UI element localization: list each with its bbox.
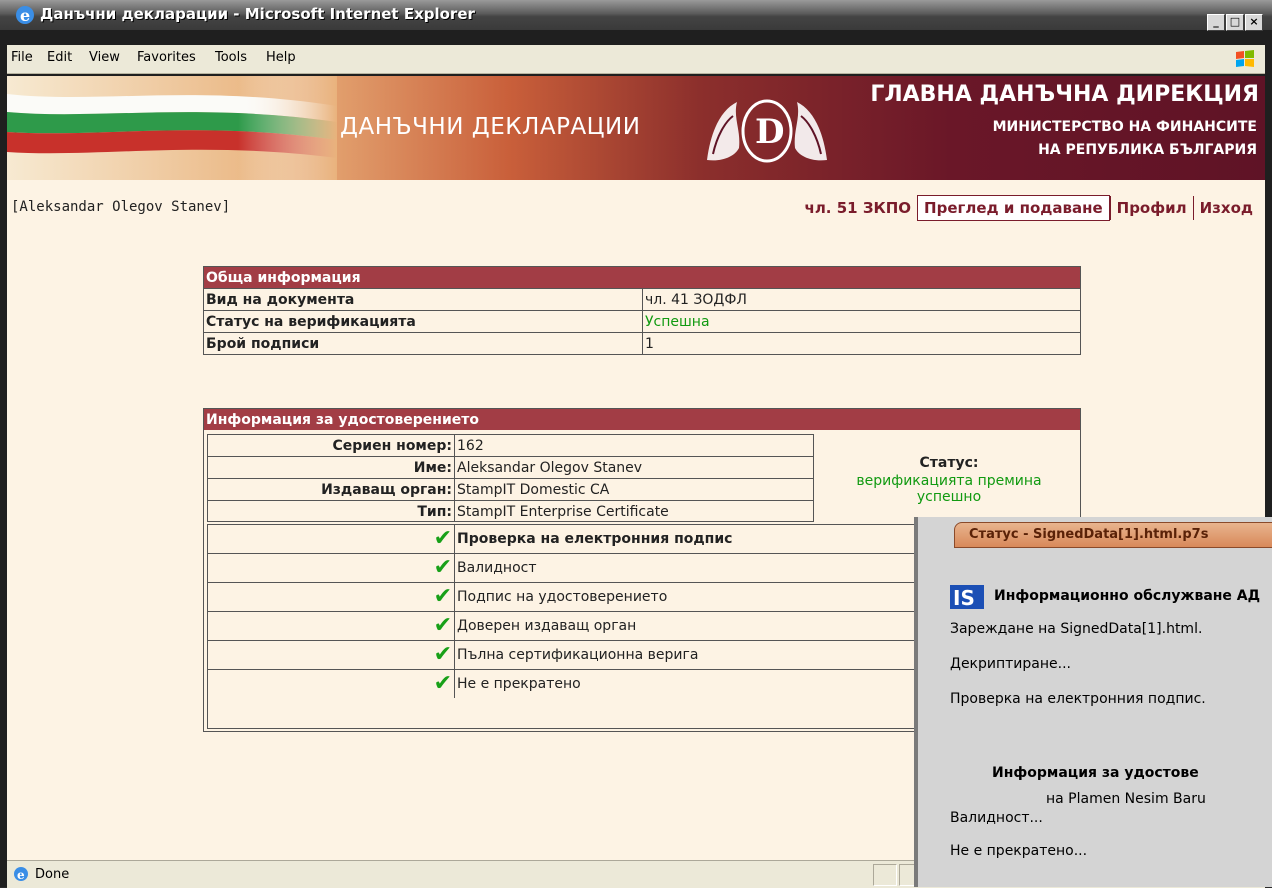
dialog-title-tab[interactable]: Статус - SignedData[1].html.p7s xyxy=(954,522,1272,548)
menu-view[interactable]: View xyxy=(89,50,120,65)
table-row: Брой подписи 1 xyxy=(204,332,1080,354)
row-value: 1 xyxy=(645,335,654,352)
dialog-log-line: Проверка на електронния подпис. xyxy=(950,691,1206,707)
svg-text:e: e xyxy=(17,868,25,882)
dialog-log-line: Декриптиране... xyxy=(950,656,1071,672)
cert-serial-value: 162 xyxy=(457,437,484,454)
row-label: Статус на верификацията xyxy=(204,311,643,332)
cert-field-row: Тип: StampIT Enterprise Certificate xyxy=(208,500,813,522)
general-info-table: Обща информация Вид на документа чл. 41 … xyxy=(203,266,1081,355)
row-label: Вид на документа xyxy=(204,289,643,310)
svg-text:IS: IS xyxy=(953,586,975,609)
cert-type-value: StampIT Enterprise Certificate xyxy=(457,503,669,520)
site-banner: ДАНЪЧНИ ДЕКЛАРАЦИИ D ГЛАВНА ДАНЪЧНА ДИРЕ… xyxy=(7,76,1265,180)
cert-status-box: Статус: верификацията премина успешно xyxy=(818,455,1080,505)
dialog-title: Статус - SignedData[1].html.p7s xyxy=(969,527,1209,542)
logged-in-user: [Aleksandar Olegov Stanev] xyxy=(11,199,231,215)
cert-status-value-line-2: успешно xyxy=(916,489,982,505)
checkmark-icon: ✔ xyxy=(433,671,452,696)
cert-field-row: Сериен номер: 162 xyxy=(208,435,813,456)
agency-name: ГЛАВНА ДАНЪЧНА ДИРЕКЦИЯ xyxy=(870,82,1259,107)
svg-text:D: D xyxy=(755,112,784,152)
dialog-cert-owner: на Plamen Nesim Baru xyxy=(1046,791,1206,807)
signature-status-dialog[interactable]: Статус - SignedData[1].html.p7s IS Инфор… xyxy=(914,517,1272,887)
coat-of-arms-emblem: D xyxy=(707,99,827,163)
nav-item-review-submit[interactable]: Преглед и подаване xyxy=(917,195,1110,221)
site-title: ДАНЪЧНИ ДЕКЛАРАЦИИ xyxy=(340,114,641,140)
close-button[interactable]: × xyxy=(1245,14,1263,31)
cert-field-label: Тип: xyxy=(208,501,455,522)
checkmark-icon: ✔ xyxy=(433,526,452,551)
checkmark-icon: ✔ xyxy=(433,555,452,580)
maximize-button[interactable]: □ xyxy=(1226,14,1244,31)
menu-bar: File Edit View Favorites Tools Help xyxy=(7,45,1265,74)
title-bar[interactable]: e Данъчни декларации - Microsoft Interne… xyxy=(0,0,1272,31)
ministry-line-1: МИНИСТЕРСТВО НА ФИНАНСИТЕ xyxy=(992,119,1257,135)
nav-item-profile[interactable]: Профил xyxy=(1109,196,1193,220)
company-logo-icon: IS xyxy=(950,585,984,609)
svg-text:e: e xyxy=(20,6,30,25)
cert-status-value-line-1: верификацията премина xyxy=(856,473,1042,489)
general-info-header: Обща информация xyxy=(204,267,1080,288)
status-segment xyxy=(873,864,897,886)
certificate-fields: Сериен номер: 162 Име: Aleksandar Olegov… xyxy=(207,434,814,522)
dialog-log-line: Не е прекратено... xyxy=(950,843,1088,859)
bulgarian-flag-image xyxy=(7,76,337,180)
table-row: Вид на документа чл. 41 ЗОДФЛ xyxy=(204,288,1080,310)
browser-window: e Данъчни декларации - Microsoft Interne… xyxy=(0,0,1272,888)
cert-issuer-value: StampIT Domestic CA xyxy=(457,481,610,498)
row-value: чл. 41 ЗОДФЛ xyxy=(645,291,747,308)
checkmark-icon: ✔ xyxy=(433,642,452,667)
cert-field-label: Издаващ орган: xyxy=(208,479,455,500)
checkmark-icon: ✔ xyxy=(433,584,452,609)
menu-tools[interactable]: Tools xyxy=(215,50,247,65)
menu-help[interactable]: Help xyxy=(266,50,296,65)
window-title: Данъчни декларации - Microsoft Internet … xyxy=(40,5,475,23)
dialog-log-line: Зареждане на SignedData[1].html. xyxy=(950,621,1203,637)
status-text: Done xyxy=(35,867,70,882)
nav-item-article-51[interactable]: чл. 51 ЗКПО xyxy=(799,196,918,220)
cert-field-label: Име: xyxy=(208,457,455,478)
main-nav: чл. 51 ЗКПО Преглед и подаване Профил Из… xyxy=(799,192,1259,224)
table-row: Статус на верификацията Успешна xyxy=(204,310,1080,332)
windows-logo-icon xyxy=(1236,50,1254,67)
certificate-info-header: Информация за удостоверението xyxy=(204,409,1080,430)
cert-field-row: Издаващ орган: StampIT Domestic CA xyxy=(208,478,813,500)
page-done-icon: e xyxy=(14,867,28,882)
ministry-line-2: НА РЕПУБЛИКА БЪЛГАРИЯ xyxy=(1038,142,1257,158)
dialog-company-name: Информационно обслужване АД xyxy=(994,588,1261,604)
dialog-cert-info-heading: Информация за удостове xyxy=(992,765,1199,781)
verification-status-value: Успешна xyxy=(645,313,710,330)
cert-name-value: Aleksandar Olegov Stanev xyxy=(457,459,643,476)
menu-file[interactable]: File xyxy=(11,50,33,65)
row-label: Брой подписи xyxy=(204,333,643,354)
minimize-button[interactable]: _ xyxy=(1207,14,1225,31)
cert-field-row: Име: Aleksandar Olegov Stanev xyxy=(208,456,813,478)
dialog-log-line: Валидност... xyxy=(950,810,1043,826)
checkmark-icon: ✔ xyxy=(433,613,452,638)
cert-status-label: Статус: xyxy=(919,455,979,471)
nav-item-logout[interactable]: Изход xyxy=(1192,196,1259,220)
internet-explorer-icon: e xyxy=(16,6,34,25)
cert-field-label: Сериен номер: xyxy=(208,435,455,456)
menu-edit[interactable]: Edit xyxy=(47,50,72,65)
menu-favorites[interactable]: Favorites xyxy=(137,50,196,65)
